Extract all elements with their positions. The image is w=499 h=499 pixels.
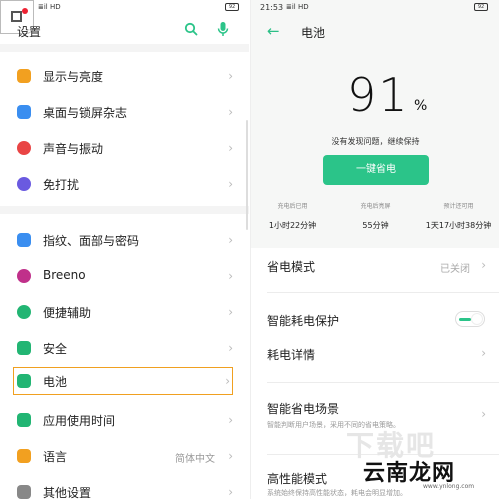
chevron-right-icon: › <box>228 341 233 355</box>
status-bar: 21:53 ≣il HD 92 <box>251 0 499 14</box>
smart-protect-toggle[interactable] <box>455 311 485 327</box>
chevron-right-icon: › <box>228 105 233 119</box>
settings-item-label: 桌面与锁屏杂志 <box>43 106 128 120</box>
row-label: 高性能模式 <box>267 472 328 486</box>
settings-item-fingerprint[interactable]: 指纹、面部与密码 › <box>0 222 249 258</box>
stat-value: 1天17小时38分钟 <box>425 221 492 230</box>
settings-item-wallpaper[interactable]: 桌面与锁屏杂志 › <box>0 94 249 130</box>
scrollbar[interactable] <box>246 120 248 230</box>
settings-item-label: 应用使用时间 <box>43 414 116 428</box>
stat-key: 预计还可用 <box>443 203 474 210</box>
search-icon[interactable] <box>184 22 198 36</box>
stat-key: 充电后已用 <box>277 203 308 210</box>
chevron-right-icon: › <box>481 407 486 421</box>
signal-indicator: ≣il HD <box>38 3 61 11</box>
other-settings-icon <box>17 485 31 499</box>
display-brightness-icon <box>17 69 31 83</box>
settings-item-label: 便捷辅助 <box>43 306 92 320</box>
row-label: 智能省电场景 <box>267 402 340 416</box>
settings-item-label: 免打扰 <box>43 178 80 192</box>
app-time-icon <box>17 413 31 427</box>
watermark-url: www.ynlong.com <box>423 483 475 490</box>
row-label: 耗电详情 <box>267 348 316 362</box>
settings-item-label: 语言 <box>43 450 68 464</box>
battery-percent: 91 <box>347 68 410 122</box>
settings-item-label: 指纹、面部与密码 <box>43 234 140 248</box>
stat-remaining: 预计还可用 1天17小时38分钟 <box>417 201 499 231</box>
battery-percent-unit: % <box>414 98 428 114</box>
stat-value: 1小时22分钟 <box>268 221 317 230</box>
chevron-right-icon: › <box>481 346 486 360</box>
chevron-right-icon: › <box>228 141 233 155</box>
stat-screen-on: 充电后亮屏 55分钟 <box>334 201 417 231</box>
moon-icon <box>17 177 31 191</box>
settings-item-label: 电池 <box>43 375 68 389</box>
settings-item-assist[interactable]: 便捷辅助 › <box>0 294 249 330</box>
breeno-icon <box>17 269 31 283</box>
power-details-row[interactable]: 耗电详情 › <box>251 338 499 378</box>
shield-icon <box>17 341 31 355</box>
settings-item-label: 其他设置 <box>43 486 92 499</box>
status-time: 21:53 <box>260 3 284 12</box>
settings-item-breeno[interactable]: Breeno › <box>0 258 249 294</box>
stat-used-since-charge: 充电后已用 1小时22分钟 <box>251 201 334 231</box>
language-icon <box>17 449 31 463</box>
microphone-icon[interactable] <box>216 21 230 37</box>
back-arrow-icon[interactable]: ← <box>267 22 280 40</box>
language-value: 简体中文 <box>175 454 215 465</box>
settings-item-label: 安全 <box>43 342 68 356</box>
settings-item-label: 声音与振动 <box>43 142 104 156</box>
settings-item-dnd[interactable]: 免打扰 › <box>0 166 249 202</box>
section-divider <box>0 206 249 214</box>
page-title: 设置 <box>17 25 42 39</box>
battery-indicator: 92 <box>474 3 488 11</box>
stat-value: 55分钟 <box>362 221 389 230</box>
section-divider <box>0 44 249 52</box>
chevron-right-icon: › <box>228 233 233 247</box>
chevron-right-icon: › <box>228 485 233 499</box>
row-label: 智能耗电保护 <box>267 314 340 328</box>
watermark: 云南龙网 www.ynlong.com <box>363 455 491 491</box>
divider <box>267 382 499 383</box>
signal-indicator: ≣il HD <box>286 3 309 11</box>
settings-item-display[interactable]: 显示与亮度 › <box>0 58 249 94</box>
stat-key: 充电后亮屏 <box>360 203 391 210</box>
fingerprint-icon <box>17 233 31 247</box>
battery-icon <box>17 374 31 388</box>
settings-item-app-time[interactable]: 应用使用时间 › <box>0 402 249 438</box>
settings-item-other[interactable]: 其他设置 › <box>0 474 249 499</box>
divider <box>267 292 499 293</box>
page-title: 电池 <box>301 26 326 40</box>
status-bar: ≣il HD 92 <box>0 0 249 14</box>
chevron-right-icon: › <box>228 69 233 83</box>
battery-status-message: 没有发现问题，继续保持 <box>331 137 420 146</box>
settings-item-label: 显示与亮度 <box>43 70 104 84</box>
chevron-right-icon: › <box>225 374 230 388</box>
chevron-right-icon: › <box>228 269 233 283</box>
chevron-right-icon: › <box>228 305 233 319</box>
one-tap-save-button[interactable]: 一键省电 <box>323 155 429 185</box>
assist-icon <box>17 305 31 319</box>
settings-item-sound[interactable]: 声音与振动 › <box>0 130 249 166</box>
chevron-right-icon: › <box>228 413 233 427</box>
settings-item-security[interactable]: 安全 › <box>0 330 249 366</box>
settings-panel: ≣il HD 92 设置 显示与亮度 › 桌面与锁屏杂志 › 声音与振动 › 免… <box>0 0 249 499</box>
settings-item-battery[interactable]: 电池 › <box>12 366 234 396</box>
chevron-right-icon: › <box>481 258 486 272</box>
settings-item-language[interactable]: 语言 简体中文 › <box>0 438 249 474</box>
row-label: 省电模式 <box>267 260 316 274</box>
chevron-right-icon: › <box>228 449 233 463</box>
row-value: 已关闭 <box>440 264 470 275</box>
battery-indicator: 92 <box>225 3 239 11</box>
chevron-right-icon: › <box>228 177 233 191</box>
wallpaper-icon <box>17 105 31 119</box>
power-saving-mode-row[interactable]: 省电模式 已关闭 › <box>251 248 499 292</box>
sound-icon <box>17 141 31 155</box>
screenshot-root: ≣il HD 92 设置 显示与亮度 › 桌面与锁屏杂志 › 声音与振动 › 免… <box>0 0 499 499</box>
settings-item-label: Breeno <box>43 268 86 282</box>
